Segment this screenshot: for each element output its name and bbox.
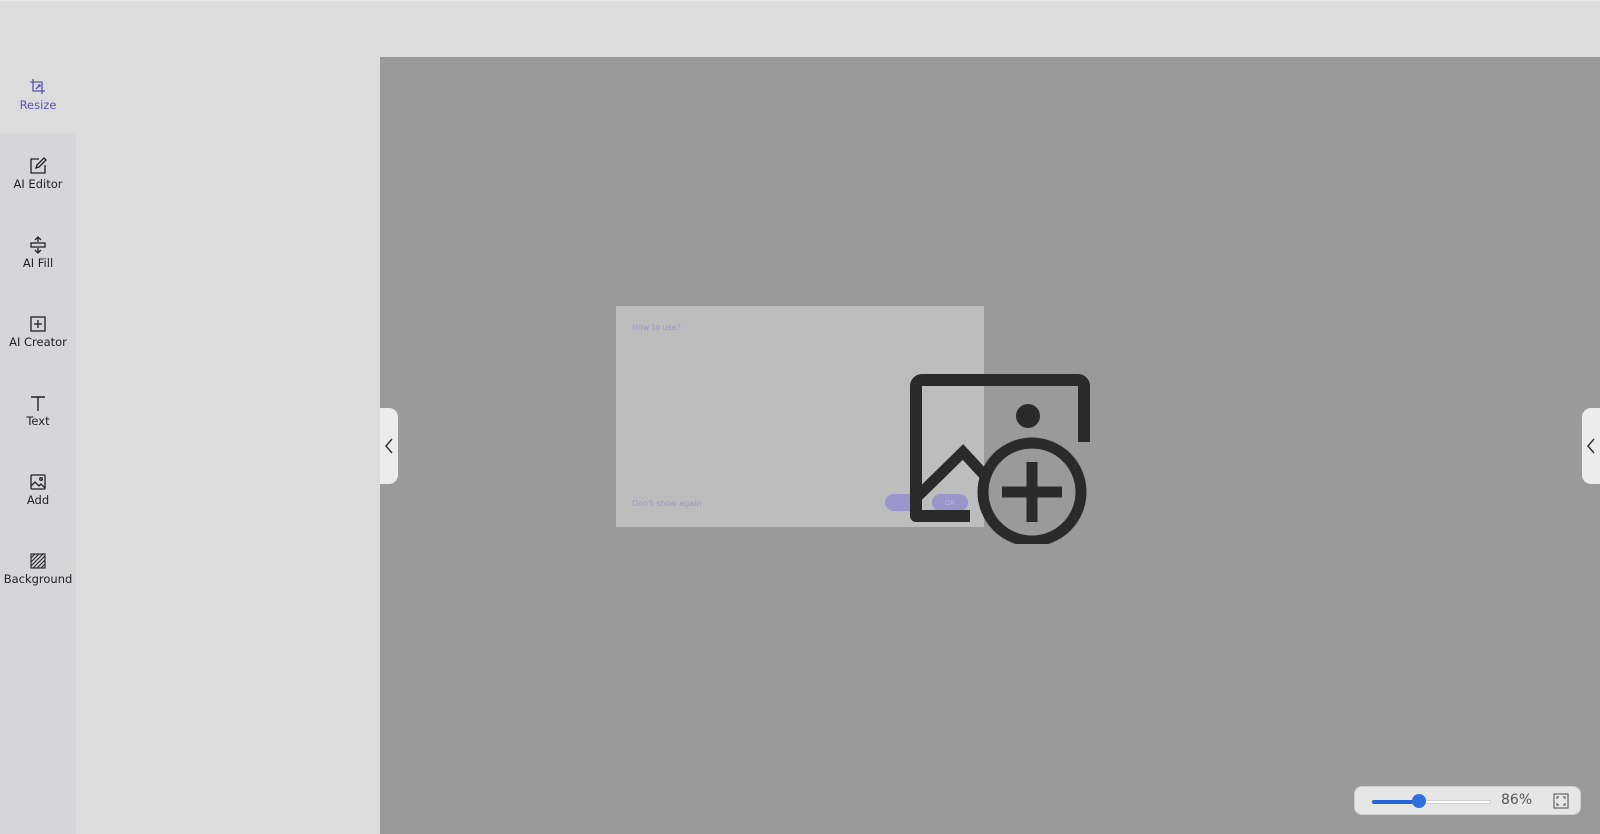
plus-square-icon <box>30 316 46 332</box>
tool-label: AI Creator <box>9 335 67 349</box>
options-panel <box>76 57 380 834</box>
fit-screen-icon[interactable] <box>1553 793 1569 809</box>
image-icon <box>30 474 46 490</box>
tool-ai-fill[interactable]: AI Fill <box>0 215 76 291</box>
collapse-left-panel-button[interactable] <box>380 408 398 484</box>
tool-text[interactable]: Text <box>0 373 76 449</box>
dialog-title: How to use? <box>632 323 681 332</box>
tool-label: Background <box>3 572 73 586</box>
tool-label: Text <box>26 414 50 428</box>
edit-square-icon <box>30 157 47 174</box>
tool-add[interactable]: Add <box>0 452 76 528</box>
tool-label: AI Editor <box>13 177 63 191</box>
tool-label: AI Fill <box>22 256 54 270</box>
add-image-icon[interactable] <box>904 372 1090 544</box>
tool-ai-creator[interactable]: AI Creator <box>0 294 76 370</box>
chevron-left-icon <box>385 438 393 454</box>
text-icon <box>31 396 45 411</box>
zoom-control: 86% <box>1354 786 1581 815</box>
tool-resize[interactable]: Resize <box>0 57 76 133</box>
dont-show-again-link[interactable]: Don't show again <box>632 499 701 508</box>
tool-background[interactable]: Background <box>0 531 76 607</box>
tool-label: Resize <box>19 98 57 112</box>
zoom-percent: 86% <box>1501 792 1533 808</box>
hatch-pattern-icon <box>30 553 46 569</box>
zoom-slider[interactable] <box>1371 800 1491 804</box>
tool-sidebar: Resize AI Editor AI Fill AI Creator Text… <box>0 57 76 834</box>
collapse-right-panel-button[interactable] <box>1582 408 1600 484</box>
chevron-left-icon <box>1587 438 1595 454</box>
zoom-slider-thumb[interactable] <box>1412 794 1426 808</box>
tool-ai-editor[interactable]: AI Editor <box>0 136 76 212</box>
tool-label: Add <box>26 493 50 507</box>
top-bar <box>0 0 1600 57</box>
expand-vertical-icon <box>30 236 46 254</box>
crop-icon <box>30 79 45 94</box>
